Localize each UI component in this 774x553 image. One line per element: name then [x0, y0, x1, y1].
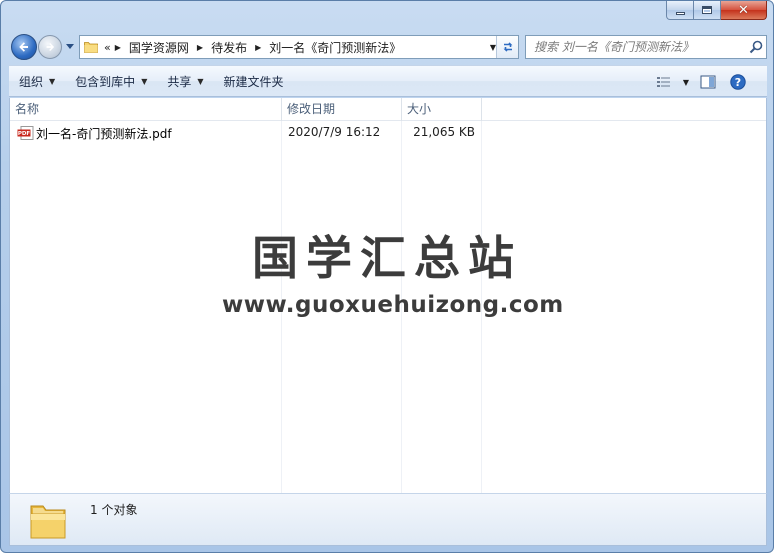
organize-button[interactable]: 组织 ▼: [9, 69, 65, 93]
folder-icon: [84, 42, 98, 53]
file-list-pane: 名称 修改日期 大小 PDF 刘一名-奇门预测新法.pdf 2020/7/9 1…: [9, 98, 767, 516]
change-view-button[interactable]: [649, 70, 679, 94]
file-name: 刘一名-奇门预测新法.pdf: [36, 127, 172, 141]
column-guide: [481, 121, 482, 516]
breadcrumb-item[interactable]: 国学资源网: [123, 39, 195, 56]
file-date: 2020/7/9 16:12: [288, 125, 381, 139]
search-icon[interactable]: [746, 37, 766, 57]
breadcrumb: ▶ 国学资源网 ▶ 待发布 ▶ 刘一名《奇门预测新法》: [113, 39, 408, 56]
close-button[interactable]: ✕: [721, 1, 767, 20]
column-header-size[interactable]: 大小: [402, 98, 481, 121]
back-button[interactable]: [11, 34, 37, 60]
minimize-button[interactable]: [666, 1, 694, 20]
breadcrumb-overflow[interactable]: «: [104, 41, 113, 54]
chevron-down-icon: ▼: [49, 76, 56, 86]
help-icon: ?: [730, 74, 746, 90]
column-guide: [281, 121, 282, 516]
chevron-right-icon[interactable]: ▶: [113, 43, 123, 52]
file-size: 21,065 KB: [413, 125, 475, 139]
column-header-name[interactable]: 名称: [10, 98, 281, 121]
view-dropdown[interactable]: ▼: [679, 70, 693, 94]
maximize-icon: [702, 6, 712, 14]
column-divider[interactable]: [401, 98, 402, 121]
explorer-window: ✕ « ▶ 国学资源网 ▶ 待发布 ▶ 刘一名《奇门预测新法》 ▼ 搜索 刘一名…: [0, 0, 774, 553]
refresh-button[interactable]: [496, 36, 518, 58]
folder-icon: [30, 505, 66, 539]
file-row[interactable]: PDF 刘一名-奇门预测新法.pdf 2020/7/9 16:12 21,065…: [15, 124, 485, 142]
back-arrow-icon: [19, 42, 28, 52]
item-count: 1 个对象: [90, 503, 138, 517]
chevron-down-icon: ▼: [197, 76, 204, 86]
column-divider[interactable]: [481, 98, 482, 121]
search-box[interactable]: [525, 35, 767, 59]
watermark-url: www.guoxuehuizong.com: [222, 292, 564, 318]
forward-button[interactable]: [38, 35, 62, 59]
new-folder-button[interactable]: 新建文件夹: [214, 69, 294, 93]
address-bar[interactable]: « ▶ 国学资源网 ▶ 待发布 ▶ 刘一名《奇门预测新法》 ▼: [79, 35, 519, 59]
breadcrumb-item[interactable]: 刘一名《奇门预测新法》: [263, 39, 407, 56]
navigation-bar: « ▶ 国学资源网 ▶ 待发布 ▶ 刘一名《奇门预测新法》 ▼: [9, 32, 767, 60]
view-controls: ▼ ?: [649, 70, 753, 94]
column-header-row: 名称 修改日期 大小: [10, 98, 766, 121]
refresh-icon: [503, 42, 512, 52]
svg-text:?: ?: [735, 76, 741, 89]
share-label: 共享: [167, 74, 192, 89]
column-guide: [401, 121, 402, 516]
include-in-library-button[interactable]: 包含到库中 ▼: [65, 69, 157, 93]
chevron-right-icon[interactable]: ▶: [253, 43, 263, 52]
breadcrumb-item[interactable]: 待发布: [205, 39, 253, 56]
preview-pane-icon: [700, 75, 716, 89]
help-button[interactable]: ?: [723, 70, 753, 94]
svg-text:PDF: PDF: [18, 131, 31, 137]
view-list-icon: [657, 77, 670, 87]
recent-pages-dropdown-icon[interactable]: [65, 41, 75, 51]
chevron-down-icon: ▼: [682, 77, 690, 87]
details-pane: 1 个对象: [9, 493, 767, 546]
minimize-icon: [675, 11, 685, 15]
column-divider[interactable]: [281, 98, 282, 121]
chevron-down-icon: ▼: [141, 76, 148, 86]
close-icon: ✕: [738, 2, 749, 18]
command-bar: 组织 ▼ 包含到库中 ▼ 共享 ▼ 新建文件夹 ▼ ?: [9, 65, 767, 97]
maximize-button[interactable]: [694, 1, 721, 20]
pdf-file-icon: PDF: [17, 126, 34, 140]
preview-pane-button[interactable]: [693, 70, 723, 94]
search-input[interactable]: [534, 37, 746, 57]
chevron-right-icon[interactable]: ▶: [195, 43, 205, 52]
new-folder-label: 新建文件夹: [223, 74, 284, 89]
column-header-date[interactable]: 修改日期: [282, 98, 401, 121]
caption-buttons: ✕: [666, 1, 767, 21]
organize-label: 组织: [19, 74, 44, 89]
share-button[interactable]: 共享 ▼: [157, 69, 213, 93]
forward-arrow-icon: [46, 42, 55, 52]
watermark: 国学汇总站 www.guoxuehuizong.com: [222, 226, 564, 318]
include-in-library-label: 包含到库中: [75, 74, 136, 89]
watermark-title: 国学汇总站: [252, 231, 522, 285]
